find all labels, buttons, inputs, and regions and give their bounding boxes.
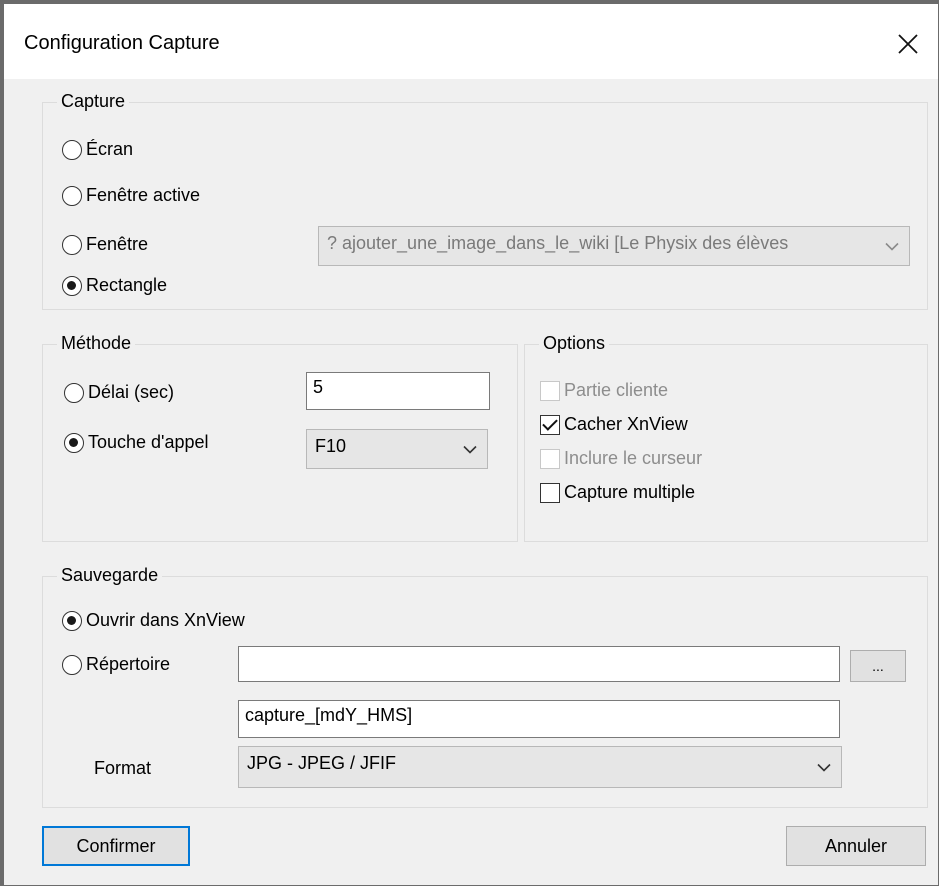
radio-ecran-circle[interactable] (62, 139, 82, 160)
radio-touche-appel[interactable]: Touche d'appel (64, 432, 209, 453)
format-label: Format (94, 758, 152, 778)
chevron-down-icon (885, 236, 899, 257)
radio-delai-label: Délai (sec) (88, 382, 175, 402)
radio-touche-appel-label: Touche d'appel (88, 432, 209, 452)
cancel-button[interactable]: Annuler (786, 826, 926, 866)
radio-delai[interactable]: Délai (sec) (64, 382, 174, 403)
options-group: Options (524, 333, 928, 542)
close-button[interactable] (888, 24, 928, 64)
close-icon (898, 34, 918, 54)
window-select[interactable]: ? ajouter_une_image_dans_le_wiki [Le Phy… (318, 226, 910, 266)
filename-input[interactable]: capture_[mdY_HMS] (238, 700, 840, 738)
check-capture-multiple-label: Capture multiple (564, 482, 696, 502)
radio-rectangle-circle[interactable] (62, 275, 82, 296)
directory-input[interactable] (238, 646, 840, 682)
radio-repertoire-circle[interactable] (62, 654, 82, 675)
radio-ecran[interactable]: Écran (62, 139, 133, 160)
title-bar: Configuration Capture (4, 4, 938, 79)
radio-fenetre[interactable]: Fenêtre (62, 234, 148, 255)
capture-group: Capture (42, 91, 928, 310)
radio-repertoire[interactable]: Répertoire (62, 654, 170, 675)
radio-ouvrir-xnview-label: Ouvrir dans XnView (86, 610, 245, 630)
window-select-value: ? ajouter_une_image_dans_le_wiki [Le Phy… (327, 233, 789, 253)
hotkey-select[interactable]: F10 (306, 429, 488, 469)
radio-rectangle[interactable]: Rectangle (62, 275, 167, 296)
radio-fenetre-active-label: Fenêtre active (86, 185, 201, 205)
radio-ecran-label: Écran (86, 139, 134, 159)
sauvegarde-group-label: Sauvegarde (57, 565, 163, 586)
check-cacher-xnview-box[interactable] (540, 414, 560, 435)
radio-fenetre-active-circle[interactable] (62, 185, 82, 206)
browse-button[interactable]: ... (850, 650, 906, 682)
radio-touche-appel-circle[interactable] (64, 432, 84, 453)
dialog-window: Configuration Capture Capture Écran Fenê… (0, 0, 939, 886)
radio-fenetre-label: Fenêtre (86, 234, 149, 254)
format-select-value: JPG - JPEG / JFIF (247, 753, 397, 773)
delay-input[interactable]: 5 (306, 372, 490, 410)
methode-group-label: Méthode (57, 333, 136, 354)
confirm-button[interactable]: Confirmer (42, 826, 190, 866)
window-title: Configuration Capture (24, 32, 220, 54)
hotkey-select-value: F10 (315, 436, 347, 456)
check-inclure-curseur-box[interactable] (540, 448, 560, 469)
check-inclure-curseur-label: Inclure le curseur (564, 448, 703, 468)
format-select[interactable]: JPG - JPEG / JFIF (238, 746, 842, 788)
check-cacher-xnview-label: Cacher XnView (564, 414, 688, 434)
radio-ouvrir-xnview[interactable]: Ouvrir dans XnView (62, 610, 245, 631)
check-capture-multiple-box[interactable] (540, 482, 560, 503)
radio-ouvrir-xnview-circle[interactable] (62, 610, 82, 631)
capture-group-label: Capture (57, 91, 130, 112)
check-partie-cliente[interactable]: Partie cliente (540, 380, 668, 401)
options-group-label: Options (539, 333, 610, 354)
chevron-down-icon (817, 757, 831, 778)
radio-fenetre-circle[interactable] (62, 234, 82, 255)
check-cacher-xnview[interactable]: Cacher XnView (540, 414, 688, 435)
check-capture-multiple[interactable]: Capture multiple (540, 482, 695, 503)
chevron-down-icon (463, 439, 477, 460)
check-partie-cliente-box[interactable] (540, 380, 560, 401)
radio-repertoire-label: Répertoire (86, 654, 171, 674)
radio-fenetre-active[interactable]: Fenêtre active (62, 185, 200, 206)
check-inclure-curseur[interactable]: Inclure le curseur (540, 448, 702, 469)
radio-delai-circle[interactable] (64, 382, 84, 403)
radio-rectangle-label: Rectangle (86, 275, 168, 295)
check-partie-cliente-label: Partie cliente (564, 380, 669, 400)
